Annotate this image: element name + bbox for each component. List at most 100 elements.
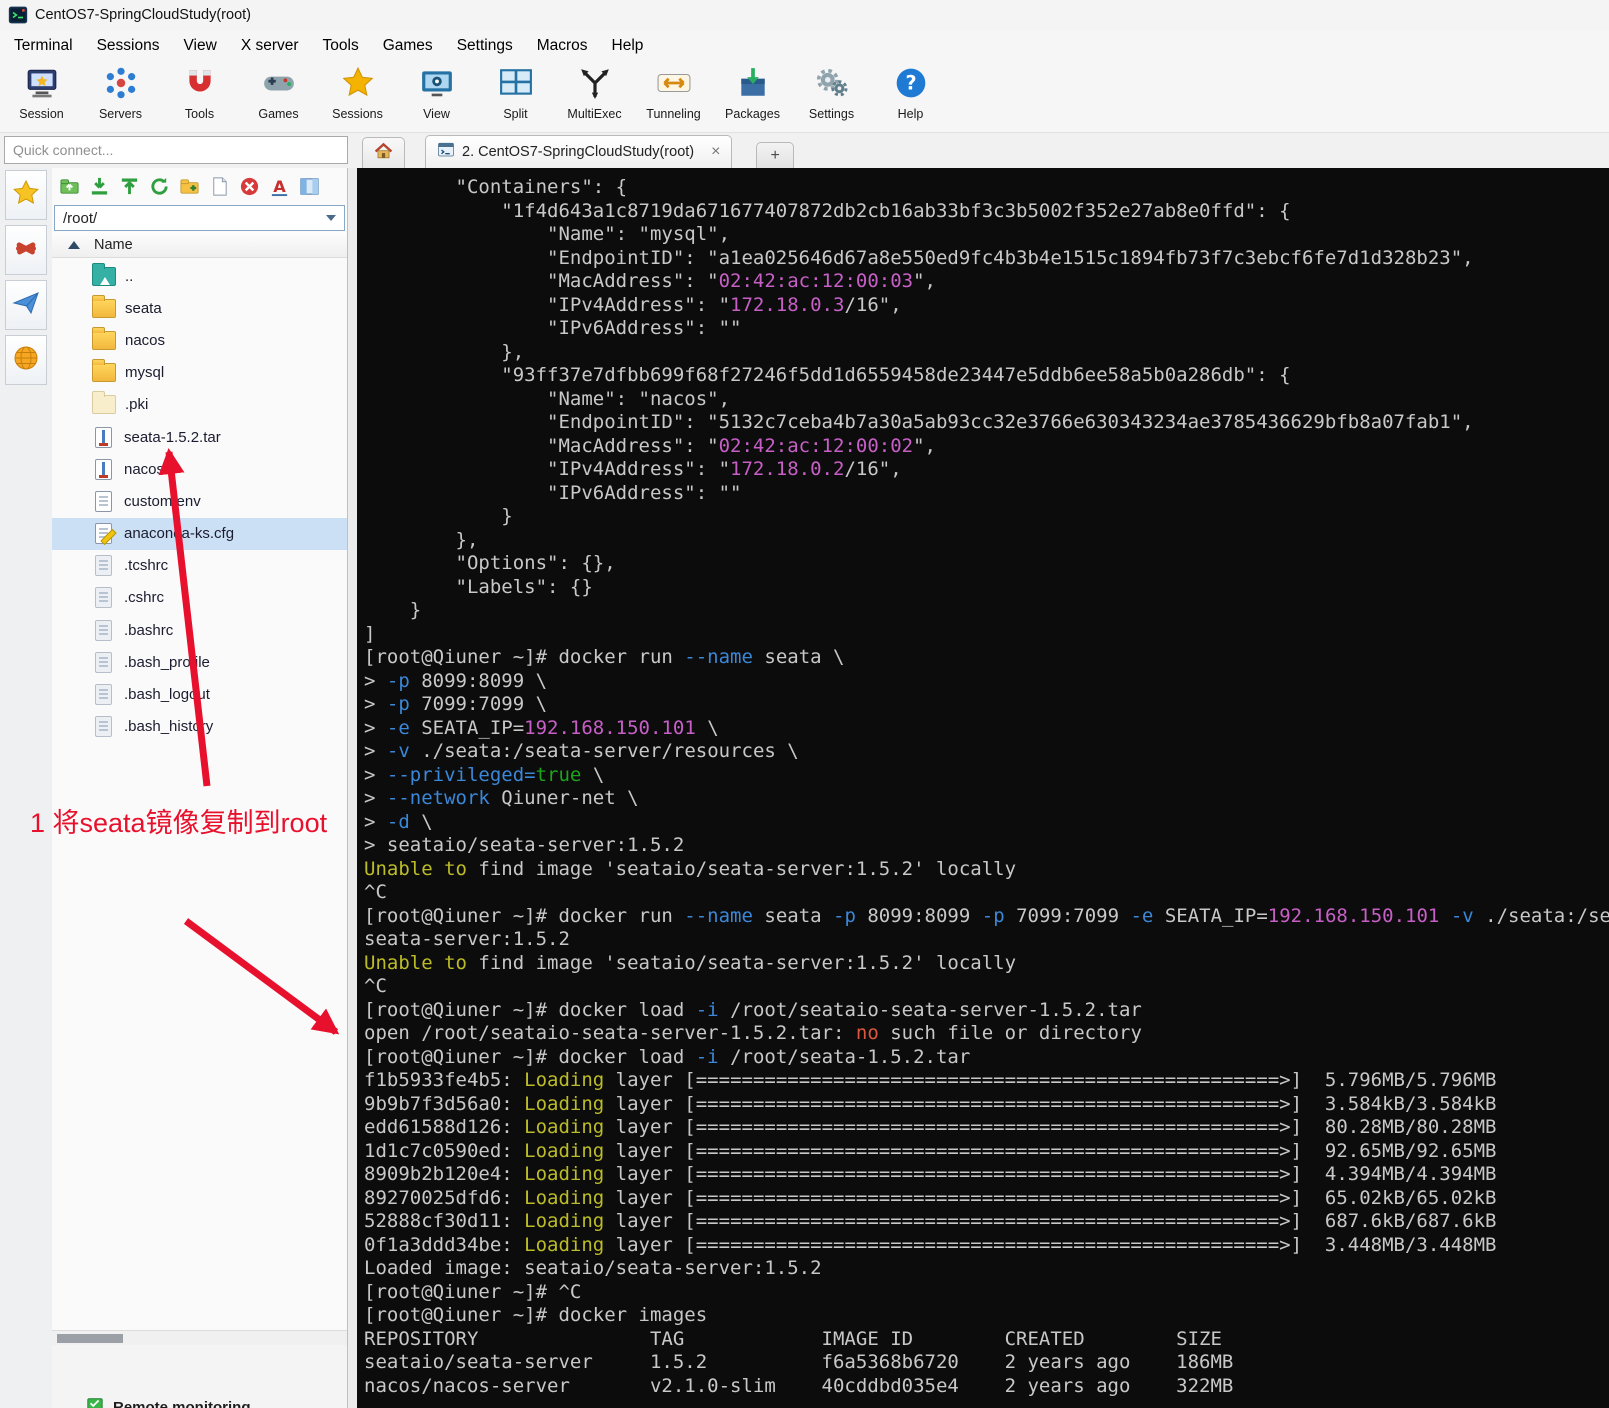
encoding-button[interactable]: A: [267, 174, 291, 198]
menu-item-games[interactable]: Games: [371, 32, 445, 60]
folder-icon: [92, 294, 116, 318]
toolbar-sessions-button[interactable]: Sessions: [318, 61, 397, 132]
toolbar-label: Tools: [184, 107, 215, 121]
toolbar-multiexec-button[interactable]: MultiExec: [555, 61, 634, 132]
file-item[interactable]: .bashrc: [52, 614, 347, 646]
menu-item-tools[interactable]: Tools: [311, 32, 371, 60]
folder-sync-button[interactable]: [57, 174, 81, 198]
toolbar-games-button[interactable]: Games: [239, 61, 318, 132]
toolbar-settings-button[interactable]: Settings: [792, 61, 871, 132]
remote-monitoring-label: Remote monitoring: [113, 1398, 251, 1408]
file-item[interactable]: nacos: [52, 453, 347, 485]
menu-item-sessions[interactable]: Sessions: [85, 32, 172, 60]
sftp-panel-button[interactable]: [5, 280, 47, 330]
split-icon: [499, 66, 533, 105]
session-tab[interactable]: 2. CentOS7-SpringCloudStudy(root) ×: [425, 135, 733, 168]
quick-connect-input[interactable]: [4, 136, 348, 164]
terminal-tab-icon: [437, 141, 455, 163]
network-panel-button[interactable]: [5, 335, 47, 385]
file-item[interactable]: seata-1.5.2.tar: [52, 421, 347, 453]
name-column-header: Name: [94, 236, 133, 253]
file-item[interactable]: nacos: [52, 324, 347, 356]
file-name: .bash_history: [124, 718, 214, 736]
menu-item-help[interactable]: Help: [600, 32, 656, 60]
terminal-line: "Options": {},: [364, 552, 616, 574]
tar-icon: [95, 426, 112, 448]
file-edit-icon: [95, 523, 112, 545]
horizontal-scrollbar[interactable]: [52, 1330, 347, 1345]
tab-bar: 2. CentOS7-SpringCloudStudy(root) × +: [0, 132, 1609, 168]
file-item[interactable]: custom.env: [52, 485, 347, 517]
terminal-line: "Name": "nacos",: [364, 387, 731, 410]
tar-icon: [95, 458, 112, 480]
toolbar-help-button[interactable]: ? Help: [871, 61, 950, 132]
terminal-line: "IPv4Address": "172.18.0.3/16",: [364, 293, 902, 316]
file-gray-icon: [95, 684, 112, 706]
remote-monitoring-footer[interactable]: Remote monitoring: [52, 1392, 347, 1408]
menu-item-x-server[interactable]: X server: [229, 32, 311, 60]
tunneling-icon: [657, 66, 691, 105]
terminal-line: "EndpointID": "5132c7ceba4b7a30a5ab93cc3…: [364, 411, 1474, 433]
path-dropdown[interactable]: /root/: [54, 205, 345, 231]
globe-icon: [12, 344, 40, 377]
terminal-line: "1f4d643a1c8719da671677407872db2cb16ab33…: [364, 199, 1291, 222]
toolbar-label: Settings: [808, 107, 855, 121]
toolbar-split-button[interactable]: Split: [476, 61, 555, 132]
home-tab[interactable]: [362, 137, 405, 168]
folder-icon: [92, 326, 116, 350]
menu-item-view[interactable]: View: [171, 32, 228, 60]
file-item[interactable]: mysql: [52, 357, 347, 389]
file-name: .tcshrc: [124, 557, 169, 575]
terminal-line: nacos/nacos-server v2.1.0-slim 40cddbd03…: [364, 1374, 1234, 1397]
file-item[interactable]: seata: [52, 292, 347, 324]
toolbar-tools-button[interactable]: Tools: [160, 61, 239, 132]
file-gray-icon: [95, 555, 112, 577]
toolbar-label: Sessions: [332, 107, 383, 121]
file-item[interactable]: .bash_history: [52, 711, 347, 743]
terminal-line: ]: [364, 622, 376, 645]
toolbar-label: Session: [19, 107, 64, 121]
toolbar-view-button[interactable]: View: [397, 61, 476, 132]
file-item[interactable]: .pki: [52, 389, 347, 421]
new-folder-button[interactable]: [177, 174, 201, 198]
file-name: nacos: [125, 331, 166, 349]
panel-layout-button[interactable]: [297, 174, 321, 198]
menu-item-macros[interactable]: Macros: [525, 32, 600, 60]
terminal-line: > --privileged=true \: [364, 763, 605, 786]
sessions-panel-button[interactable]: [5, 170, 47, 220]
multiexec-icon: [578, 66, 612, 105]
terminal-line: [root@Qiuner ~]# ^C: [364, 1280, 582, 1303]
stop-button[interactable]: [237, 174, 261, 198]
file-name: anaconda-ks.cfg: [124, 525, 235, 543]
terminal-line: seataio/seata-server 1.5.2 f6a5368b6720 …: [364, 1351, 1234, 1373]
folder-icon: [92, 359, 116, 383]
menu-item-terminal[interactable]: Terminal: [2, 32, 85, 60]
file-list-header[interactable]: Name: [52, 232, 347, 258]
toolbar-servers-button[interactable]: Servers: [81, 61, 160, 132]
terminal[interactable]: "Containers": { "1f4d643a1c8719da6716774…: [357, 168, 1609, 1408]
close-tab-icon[interactable]: ×: [711, 143, 720, 161]
tools-panel-button[interactable]: [5, 225, 47, 275]
sftp-panel: A /root/ Name .. seata nacos mysql .pki seata…: [52, 168, 348, 1408]
toolbar-session-button[interactable]: Session: [2, 61, 81, 132]
file-item[interactable]: .tcshrc: [52, 550, 347, 582]
new-tab-button[interactable]: +: [756, 142, 794, 168]
file-item[interactable]: ..: [52, 260, 347, 292]
terminal-line: > seataio/seata-server:1.5.2: [364, 834, 685, 856]
svg-text:A: A: [273, 177, 286, 196]
file-icon: [95, 490, 112, 512]
menu-item-settings[interactable]: Settings: [445, 32, 525, 60]
file-item[interactable]: .bash_profile: [52, 646, 347, 678]
download-button[interactable]: [87, 174, 111, 198]
file-item[interactable]: .cshrc: [52, 582, 347, 614]
refresh-button[interactable]: [147, 174, 171, 198]
terminal-line: [root@Qiuner ~]# docker load -i /root/se…: [364, 998, 1142, 1021]
scrollbar-thumb[interactable]: [57, 1334, 123, 1343]
new-file-button[interactable]: [207, 174, 231, 198]
upload-button[interactable]: [117, 174, 141, 198]
terminal-line: "Labels": {}: [364, 575, 593, 598]
toolbar-packages-button[interactable]: Packages: [713, 61, 792, 132]
file-item[interactable]: anaconda-ks.cfg: [52, 517, 347, 550]
file-item[interactable]: .bash_logout: [52, 678, 347, 710]
toolbar-tunneling-button[interactable]: Tunneling: [634, 61, 713, 132]
